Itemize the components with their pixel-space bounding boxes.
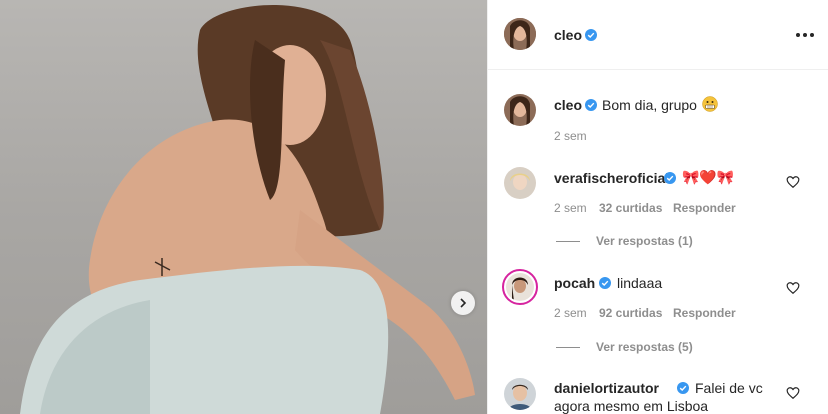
caption-time[interactable]: 2 sem — [554, 129, 587, 143]
post-photo-illustration — [20, 5, 475, 414]
replies-divider — [556, 347, 580, 348]
author-avatar-image — [504, 18, 536, 50]
comment-text-line1: Falei de vc — [695, 380, 763, 396]
post-sidebar: cleo cleo Bom dia, grupo 2 sem verafisch… — [487, 0, 828, 414]
replies-divider — [556, 241, 580, 242]
verified-badge-icon — [585, 99, 597, 111]
verified-badge-icon — [677, 382, 689, 394]
comment-likes[interactable]: 92 curtidas — [599, 306, 662, 320]
caption-text: Bom dia, grupo — [602, 97, 697, 113]
verified-badge-icon — [585, 29, 597, 41]
heart-outline-icon[interactable] — [786, 281, 800, 295]
author-username[interactable]: cleo — [554, 27, 582, 43]
post-photo[interactable] — [0, 0, 487, 414]
comment-avatar-image — [506, 273, 534, 301]
comment-time[interactable]: 2 sem — [554, 306, 587, 320]
comment-avatar[interactable] — [504, 378, 536, 410]
verified-badge-icon — [664, 172, 676, 184]
comment-avatar-image — [504, 378, 536, 410]
comment-username[interactable]: danielortizautor — [554, 380, 659, 396]
reply-button[interactable]: Responder — [673, 201, 736, 215]
more-options-icon[interactable] — [793, 25, 817, 45]
chevron-right-icon — [460, 298, 467, 308]
view-replies-button[interactable]: Ver respostas (5) — [596, 340, 693, 354]
comment-text: lindaaa — [617, 275, 663, 291]
grimacing-face-icon — [702, 96, 718, 112]
comment-likes[interactable]: 32 curtidas — [599, 201, 662, 215]
comment-avatar[interactable] — [504, 167, 536, 199]
reply-button[interactable]: Responder — [673, 306, 736, 320]
comment-username[interactable]: verafischeroficial — [554, 170, 669, 186]
heart-outline-icon[interactable] — [786, 386, 800, 400]
comment-time[interactable]: 2 sem — [554, 201, 587, 215]
post-header: cleo — [488, 0, 828, 70]
heart-outline-icon[interactable] — [786, 175, 800, 189]
caption-avatar-image — [504, 94, 536, 126]
comment-text-line2: agora mesmo em Lisboa — [554, 398, 709, 414]
next-photo-button[interactable] — [451, 291, 475, 315]
comment-avatar-story-ring[interactable] — [502, 269, 538, 305]
comment-avatar-image — [504, 167, 536, 199]
caption-author-avatar[interactable] — [504, 94, 536, 126]
comment-text: 🎀❤️🎀 — [682, 169, 735, 185]
comment-username[interactable]: pocah — [554, 275, 595, 291]
view-replies-button[interactable]: Ver respostas (1) — [596, 234, 693, 248]
verified-badge-icon — [599, 277, 611, 289]
caption-username[interactable]: cleo — [554, 97, 582, 113]
author-avatar[interactable] — [504, 18, 536, 50]
